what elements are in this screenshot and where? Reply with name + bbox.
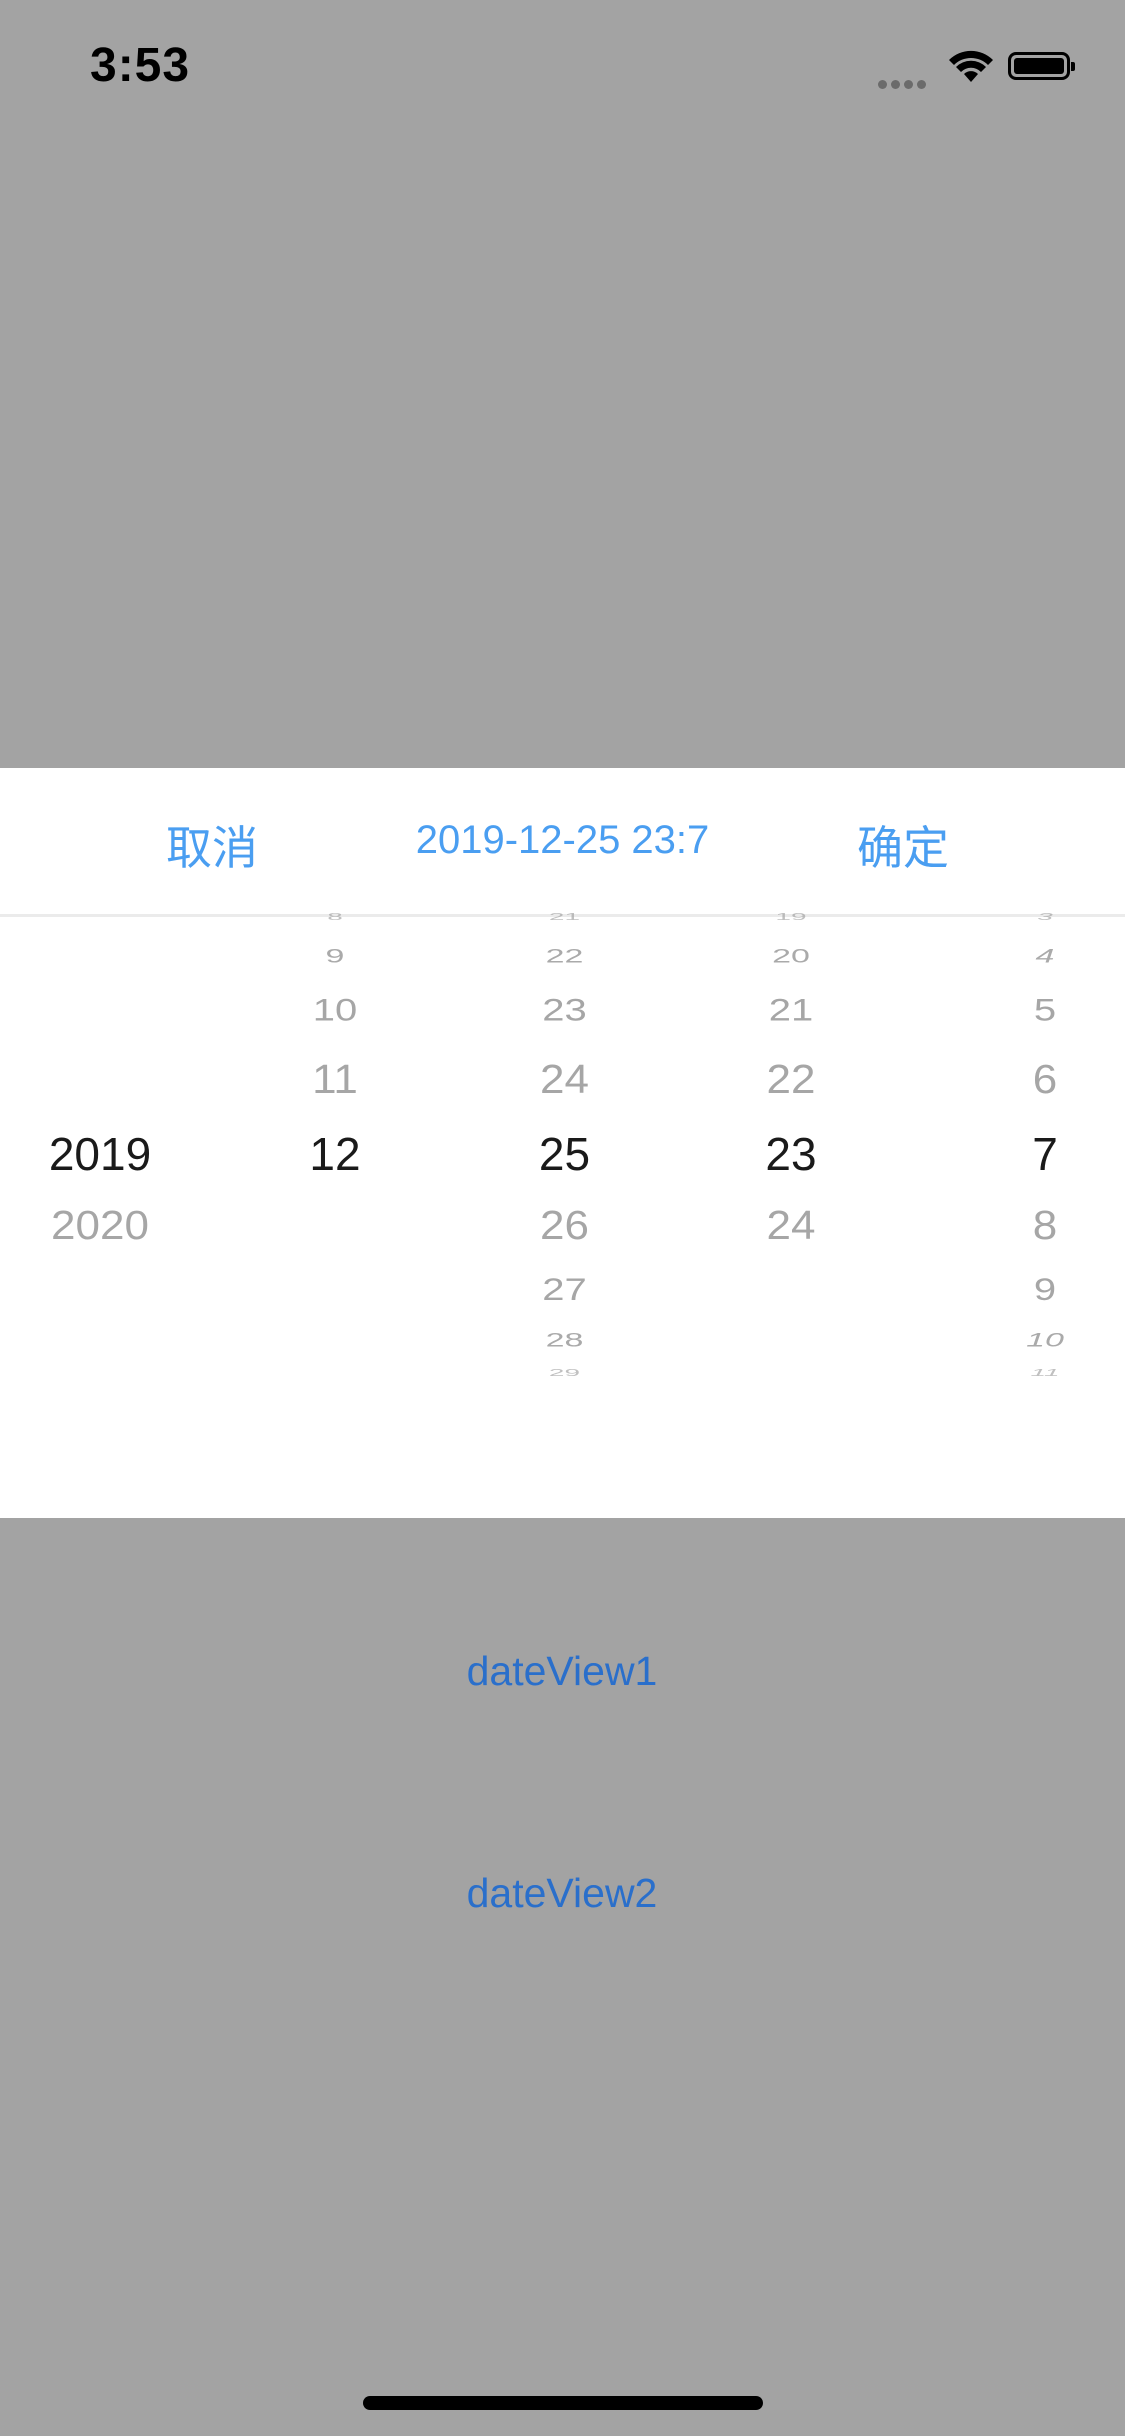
cancel-button[interactable]: 取消 bbox=[166, 812, 258, 878]
day-wheel[interactable]: 21 22 23 24 25 26 27 28 29 bbox=[452, 911, 677, 1518]
day-option[interactable]: 26 bbox=[452, 1203, 677, 1249]
year-wheel[interactable]: 2019 2020 bbox=[0, 917, 220, 1518]
day-option[interactable]: 27 bbox=[452, 1273, 677, 1308]
day-option[interactable]: 22 bbox=[452, 945, 677, 968]
month-option[interactable]: 10 bbox=[225, 993, 445, 1028]
hour-option[interactable]: 24 bbox=[680, 1203, 902, 1249]
minute-option[interactable]: 3 bbox=[935, 911, 1125, 923]
confirm-button[interactable]: 确定 bbox=[857, 812, 949, 878]
cellular-signal-icon bbox=[878, 76, 930, 94]
month-option[interactable]: 11 bbox=[225, 1057, 445, 1103]
minute-option[interactable]: 11 bbox=[935, 1367, 1125, 1379]
minute-option[interactable]: 5 bbox=[935, 993, 1125, 1028]
day-option[interactable]: 23 bbox=[452, 993, 677, 1028]
hour-option[interactable]: 22 bbox=[680, 1057, 902, 1103]
selected-date-label: 2019-12-25 23:7 bbox=[415, 818, 710, 862]
day-option[interactable]: 25 bbox=[452, 1127, 677, 1181]
picker-toolbar: 取消 2019-12-25 23:7 确定 bbox=[0, 768, 1125, 914]
day-option[interactable]: 24 bbox=[452, 1057, 677, 1103]
minute-option[interactable]: 7 bbox=[935, 1127, 1125, 1181]
minute-option[interactable]: 8 bbox=[935, 1203, 1125, 1249]
status-icons bbox=[878, 48, 1078, 89]
hour-option[interactable]: 21 bbox=[680, 993, 902, 1028]
minute-option[interactable]: 9 bbox=[935, 1273, 1125, 1308]
wifi-icon bbox=[949, 50, 993, 82]
status-bar: 3:53 bbox=[0, 0, 1125, 132]
minute-option[interactable]: 10 bbox=[935, 1329, 1125, 1352]
hour-wheel[interactable]: 19 20 21 22 23 24 bbox=[680, 911, 902, 1518]
date-view-1-link[interactable]: dateView1 bbox=[362, 1648, 762, 1695]
hour-option[interactable]: 19 bbox=[680, 911, 902, 923]
month-wheel[interactable]: 8 9 10 11 12 bbox=[225, 911, 445, 1518]
day-option[interactable]: 21 bbox=[452, 911, 677, 923]
home-indicator bbox=[363, 2396, 763, 2410]
minute-wheel[interactable]: 3 4 5 6 7 8 9 10 11 bbox=[905, 911, 1125, 1518]
battery-icon bbox=[1008, 52, 1075, 80]
hour-option[interactable]: 23 bbox=[680, 1127, 902, 1181]
year-option[interactable]: 2020 bbox=[0, 1203, 210, 1249]
date-view-2-link[interactable]: dateView2 bbox=[362, 1870, 762, 1917]
hour-option[interactable]: 20 bbox=[680, 945, 902, 968]
date-picker-sheet: 取消 2019-12-25 23:7 确定 2019 2020 8 9 10 11 12 … bbox=[0, 768, 1125, 1518]
day-option[interactable]: 29 bbox=[452, 1367, 677, 1379]
minute-option[interactable]: 4 bbox=[935, 945, 1125, 968]
month-option[interactable]: 12 bbox=[225, 1127, 445, 1181]
month-option[interactable]: 8 bbox=[225, 911, 445, 923]
day-option[interactable]: 28 bbox=[452, 1329, 677, 1352]
minute-option[interactable]: 6 bbox=[935, 1057, 1125, 1103]
month-option[interactable]: 9 bbox=[225, 945, 445, 968]
status-time: 3:53 bbox=[90, 39, 191, 92]
year-option[interactable]: 2019 bbox=[0, 1127, 210, 1181]
